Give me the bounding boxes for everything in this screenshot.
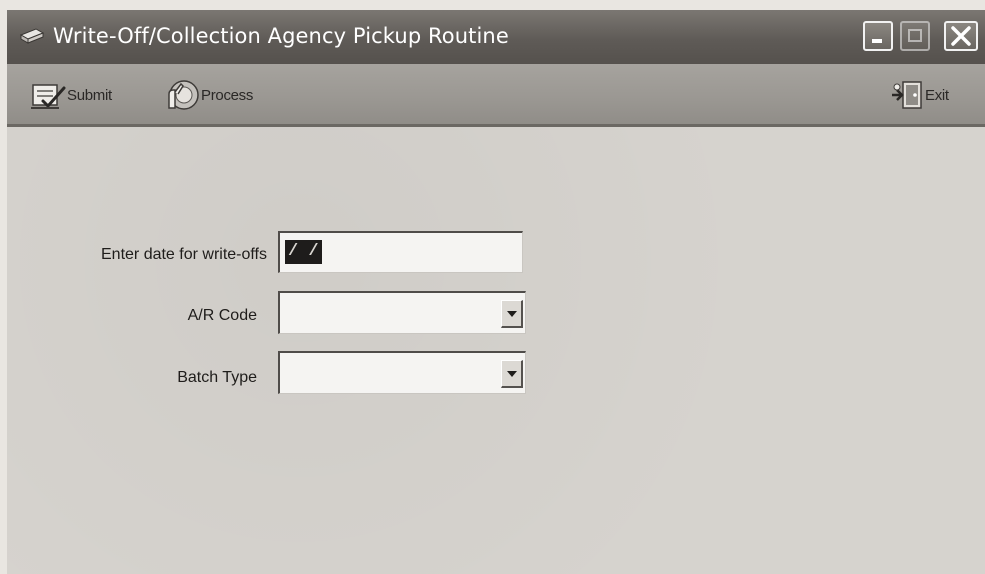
process-button[interactable]: Process xyxy=(163,78,253,112)
submit-label: Submit xyxy=(67,86,112,104)
close-icon xyxy=(951,26,971,46)
date-mask-value: / / xyxy=(285,240,322,264)
submit-button[interactable]: Submit xyxy=(29,78,112,112)
batch-type-dropdown-button[interactable] xyxy=(501,360,523,388)
ar-code-label: A/R Code xyxy=(187,307,257,324)
window-title: Write-Off/Collection Agency Pickup Routi… xyxy=(53,24,509,48)
ar-code-select[interactable] xyxy=(278,291,526,334)
process-icon xyxy=(168,80,199,110)
toolbar: Submit Process Exit xyxy=(7,64,985,127)
minimize-icon xyxy=(872,39,882,43)
batch-type-select[interactable] xyxy=(278,351,526,394)
batch-type-label: Batch Type xyxy=(177,369,257,386)
exit-label: Exit xyxy=(925,86,949,104)
minimize-button[interactable] xyxy=(863,21,893,51)
chevron-down-icon xyxy=(507,311,517,317)
submit-form-icon xyxy=(31,84,66,109)
process-label: Process xyxy=(201,86,254,104)
title-bar[interactable]: Write-Off/Collection Agency Pickup Routi… xyxy=(7,10,985,64)
app-icon xyxy=(19,26,45,48)
date-label: Enter date for write-offs xyxy=(101,246,267,263)
exit-door-icon xyxy=(892,81,922,109)
maximize-icon xyxy=(908,29,922,42)
ar-code-dropdown-button[interactable] xyxy=(501,300,523,328)
maximize-button[interactable] xyxy=(900,21,930,51)
exit-button[interactable]: Exit xyxy=(889,78,949,112)
write-off-date-field[interactable]: / / xyxy=(278,231,523,273)
close-button[interactable] xyxy=(944,21,978,51)
chevron-down-icon xyxy=(507,371,517,377)
form-area: Enter date for write-offs / / A/R Code B… xyxy=(7,127,985,574)
app-window: Write-Off/Collection Agency Pickup Routi… xyxy=(7,10,985,574)
